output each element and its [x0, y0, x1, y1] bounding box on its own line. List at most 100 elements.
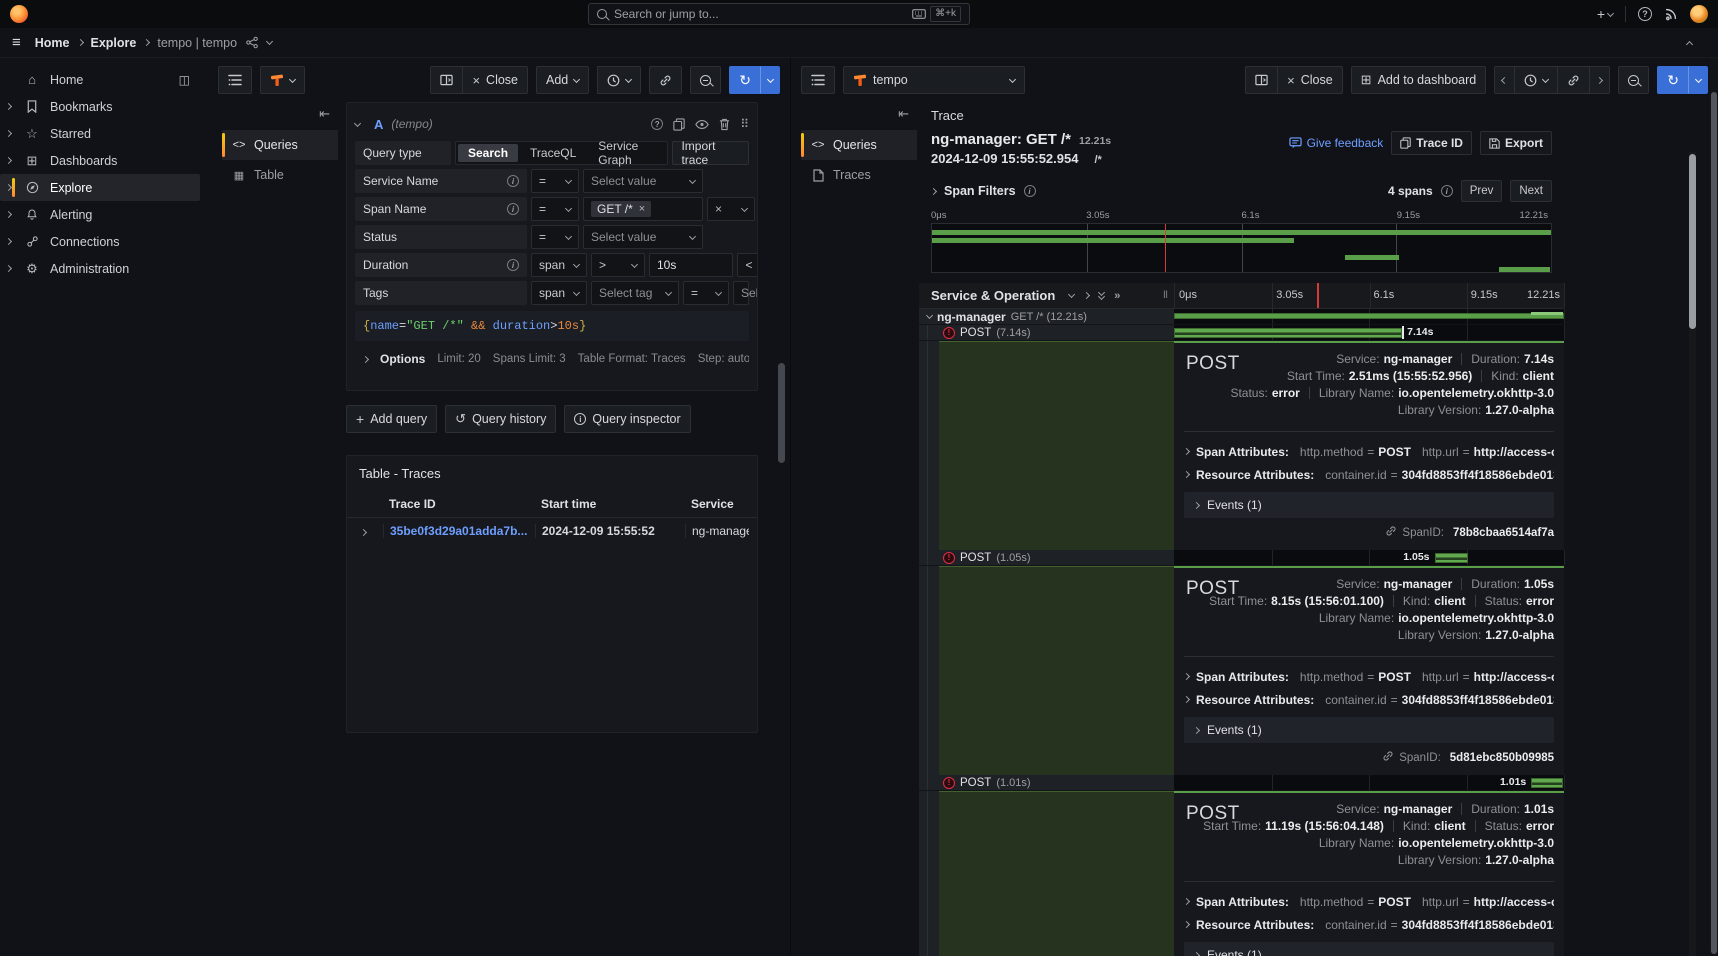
share-icon[interactable] [245, 36, 259, 49]
tags-operator[interactable]: = [683, 281, 729, 305]
export-button[interactable]: Export [1480, 131, 1552, 155]
span-detail-left-fill[interactable] [939, 791, 1174, 956]
news-icon[interactable] [1664, 7, 1678, 21]
sidebar-item-administration[interactable]: ⚙Administration [0, 255, 200, 282]
remove-chip-icon[interactable]: × [639, 203, 645, 215]
prev-span-button[interactable]: Prev [1461, 180, 1503, 202]
table-row[interactable]: 35be0f3d29a01adda7b... 2024-12-09 15:55:… [347, 517, 757, 543]
time-back-button[interactable] [1494, 66, 1515, 94]
span-name-clear[interactable]: × [707, 197, 755, 221]
span-attributes-toggle[interactable]: Span Attributes:http.method=POSThttp.url… [1184, 890, 1554, 913]
menu-icon[interactable]: ≡ [12, 34, 21, 51]
span-attributes-toggle[interactable]: Span Attributes:http.method=POSThttp.url… [1184, 665, 1554, 688]
tags-value[interactable]: Select va [733, 281, 749, 305]
query-inspector-button[interactable]: iQuery inspector [564, 405, 690, 433]
span-filters-toggle[interactable]: Span Filters i [931, 184, 1036, 198]
breadcrumb-explore[interactable]: Explore [91, 36, 137, 50]
expand-row-icon[interactable] [360, 528, 367, 535]
zoom-out-button[interactable] [690, 66, 721, 94]
collapse-query-icon[interactable] [354, 119, 361, 126]
add-button[interactable]: Add [536, 66, 589, 94]
tab-service-graph[interactable]: Service Graph [588, 137, 665, 169]
duplicate-query-icon[interactable] [673, 118, 685, 131]
subnav-item-queries[interactable]: <> Queries [801, 130, 917, 160]
span-name-value[interactable]: GET /*× [583, 197, 703, 221]
trace-id-link[interactable]: 35be0f3d29a01adda7b... [383, 524, 535, 538]
resource-attributes-toggle[interactable]: Resource Attributes:container.id=304fd88… [1184, 688, 1554, 711]
status-value[interactable]: Select value [583, 225, 703, 249]
delete-query-icon[interactable] [719, 118, 730, 131]
tags-tag-select[interactable]: Select tag [591, 281, 679, 305]
duration-value-input[interactable]: 10s [649, 253, 733, 277]
tab-traceql[interactable]: TraceQL [520, 144, 586, 162]
datasource-picker[interactable]: tempo [843, 66, 1025, 94]
span-detail-left-fill[interactable] [939, 341, 1174, 550]
span-row[interactable]: !POST(1.05s)1.05s [919, 550, 1564, 566]
search-input[interactable]: Search or jump to... ⌘+k [588, 3, 970, 25]
outline-button[interactable] [801, 66, 835, 94]
split-button[interactable] [1245, 66, 1278, 94]
sidebar-item-dashboards[interactable]: ⊞Dashboards [0, 147, 200, 174]
events-toggle[interactable]: Events (1) [1184, 717, 1554, 743]
subnav-item-table[interactable]: ▦ Table [222, 160, 338, 190]
span-name-chip[interactable]: GET /*× [591, 201, 651, 217]
grafana-logo[interactable] [10, 5, 28, 23]
link-icon[interactable] [1385, 525, 1397, 540]
time-picker-button[interactable] [597, 66, 641, 94]
close-button[interactable]: ×Close [1277, 66, 1343, 94]
service-name-operator[interactable]: = [531, 169, 579, 193]
hide-query-icon[interactable] [695, 119, 709, 130]
spanid-value[interactable]: 78b8cbaa6514af7a [1453, 527, 1554, 539]
dock-panel-icon[interactable]: ◫ [179, 73, 190, 87]
run-query-caret[interactable] [761, 66, 780, 94]
help-icon[interactable]: ? [1638, 7, 1652, 21]
sidebar-item-alerting[interactable]: Alerting [0, 201, 200, 228]
collapse-pane-icon[interactable]: ⇤ [222, 104, 338, 130]
resource-attributes-toggle[interactable]: Resource Attributes:container.id=304fd88… [1184, 463, 1554, 486]
panel-title[interactable]: Table - Traces [347, 464, 757, 491]
link-split-button[interactable] [649, 66, 682, 94]
give-feedback-link[interactable]: Give feedback [1289, 136, 1384, 150]
span-bar[interactable] [1174, 328, 1402, 338]
column-resize-handle[interactable]: ‖ [1163, 290, 1168, 301]
panel-title[interactable]: Trace [919, 102, 1564, 131]
sidebar-item-explore[interactable]: Explore [0, 174, 200, 201]
status-operator[interactable]: = [531, 225, 579, 249]
collapse-pane-icon[interactable]: ⇤ [801, 104, 917, 130]
subnav-item-queries[interactable]: <> Queries [222, 130, 338, 160]
collapse-all-icon[interactable] [1068, 291, 1075, 298]
page-scrollbar[interactable] [1710, 58, 1718, 956]
service-name-value[interactable]: Select value [583, 169, 703, 193]
expand-deep-icon[interactable]: » [1114, 290, 1120, 302]
breadcrumb-home[interactable]: Home [35, 36, 70, 50]
sidebar-item-home[interactable]: ⌂Home◫ [0, 66, 200, 93]
collapse-deep-icon[interactable] [1099, 292, 1104, 299]
datasource-picker[interactable] [260, 66, 305, 94]
import-trace-button[interactable]: Import trace [672, 141, 749, 165]
left-pane-scrollbar[interactable] [778, 363, 785, 463]
drag-handle-icon[interactable]: ⠿ [740, 117, 749, 131]
subnav-item-traces[interactable]: Traces [801, 160, 917, 190]
col-service[interactable]: Service [685, 497, 749, 511]
outline-button[interactable] [218, 66, 252, 94]
events-toggle[interactable]: Events (1) [1184, 492, 1554, 518]
span-row[interactable]: !POST(7.14s)7.14s [919, 325, 1564, 341]
duration-operator[interactable]: > [591, 253, 645, 277]
span-attributes-toggle[interactable]: Span Attributes:http.method=POSThttp.url… [1184, 440, 1554, 463]
trace-id-button[interactable]: Trace ID [1391, 131, 1472, 155]
span-row[interactable]: !POST(1.01s)1.01s [919, 775, 1564, 791]
query-history-button[interactable]: ↺Query history [445, 405, 556, 433]
time-forward-button[interactable] [1589, 66, 1610, 94]
sidebar-item-bookmarks[interactable]: Bookmarks [0, 93, 200, 120]
col-start-time[interactable]: Start time [535, 497, 685, 511]
events-toggle[interactable]: Events (1) [1184, 942, 1554, 956]
chevron-down-icon[interactable] [266, 38, 273, 45]
zoom-out-button[interactable] [1618, 66, 1649, 94]
tags-scope[interactable]: span [531, 281, 587, 305]
run-query-caret[interactable] [1689, 66, 1708, 94]
spanid-value[interactable]: 5d81ebc850b09985 [1450, 752, 1554, 764]
next-span-button[interactable]: Next [1510, 180, 1552, 202]
trace-minimap[interactable]: 0μs3.05s6.1s9.15s12.21s [931, 210, 1552, 273]
expand-one-icon[interactable] [1083, 292, 1090, 299]
avatar[interactable] [1690, 5, 1708, 23]
